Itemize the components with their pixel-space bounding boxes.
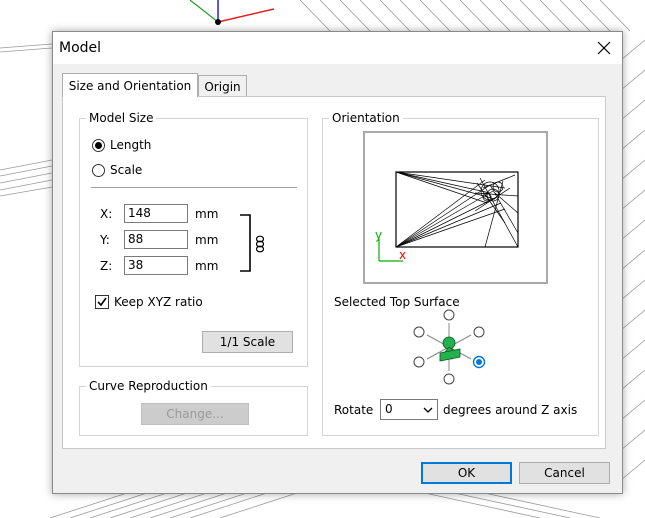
surface-top-radio[interactable]	[443, 309, 455, 321]
close-icon[interactable]	[592, 36, 616, 60]
surface-front-left-radio[interactable]	[413, 356, 425, 368]
x-size-input[interactable]: 148	[124, 204, 188, 223]
chevron-down-icon	[423, 407, 433, 413]
curve-reproduction-group: Curve Reproduction Change...	[79, 379, 308, 436]
z-axis-label: Z:	[100, 259, 113, 273]
model-dialog: Model Size and Orientation Origin Model …	[52, 31, 623, 494]
keep-ratio-label[interactable]: Keep XYZ ratio	[114, 295, 203, 309]
surface-bottom-radio[interactable]	[443, 373, 455, 385]
rotate-select[interactable]: 0	[380, 399, 438, 420]
length-radio-label[interactable]: Length	[110, 138, 151, 152]
cancel-button[interactable]: Cancel	[519, 462, 610, 484]
z-unit-label: mm	[195, 259, 219, 273]
orientation-label: Orientation	[329, 111, 403, 125]
model-size-label: Model Size	[86, 111, 157, 125]
rotate-suffix-label: degrees around Z axis	[443, 403, 578, 417]
x-axis-label: X:	[100, 207, 113, 221]
y-unit-label: mm	[195, 233, 219, 247]
scale-radio[interactable]	[92, 164, 105, 177]
rotate-label: Rotate	[334, 403, 374, 417]
check-icon	[97, 297, 107, 307]
preview-axis-x-label: x	[399, 248, 406, 262]
tab-size-and-orientation[interactable]: Size and Orientation	[62, 73, 198, 97]
title-bar: Model	[53, 32, 622, 64]
curve-reproduction-label: Curve Reproduction	[86, 379, 211, 393]
tab-origin[interactable]: Origin	[198, 75, 247, 97]
top-surface-selector[interactable]	[404, 307, 494, 387]
change-button[interactable]: Change...	[141, 403, 249, 425]
keep-ratio-checkbox[interactable]	[95, 295, 109, 309]
y-axis-label: Y:	[100, 233, 110, 247]
surface-back-right-radio[interactable]	[473, 326, 485, 338]
scale-radio-label[interactable]: Scale	[110, 163, 142, 177]
dialog-title: Model	[59, 40, 102, 56]
x-unit-label: mm	[195, 207, 219, 221]
one-to-one-scale-button[interactable]: 1/1 Scale	[202, 331, 293, 353]
orientation-preview: y x	[363, 131, 548, 284]
length-radio[interactable]	[92, 139, 105, 152]
z-size-input[interactable]: 38	[124, 256, 188, 275]
surface-back-left-radio[interactable]	[413, 326, 425, 338]
model-size-group: Model Size Length Scale X: 148 mm Y: 88 …	[79, 111, 308, 367]
rotate-select-value: 0	[385, 402, 393, 416]
model-wireframe-preview: y x	[375, 171, 519, 262]
ratio-link-icon	[240, 214, 265, 272]
preview-axis-y-label: y	[375, 228, 382, 242]
model-icon	[439, 336, 461, 362]
tab-panel: Model Size Length Scale X: 148 mm Y: 88 …	[62, 96, 606, 449]
y-size-input[interactable]: 88	[124, 230, 188, 249]
ok-button[interactable]: OK	[421, 462, 512, 484]
separator	[91, 187, 297, 188]
